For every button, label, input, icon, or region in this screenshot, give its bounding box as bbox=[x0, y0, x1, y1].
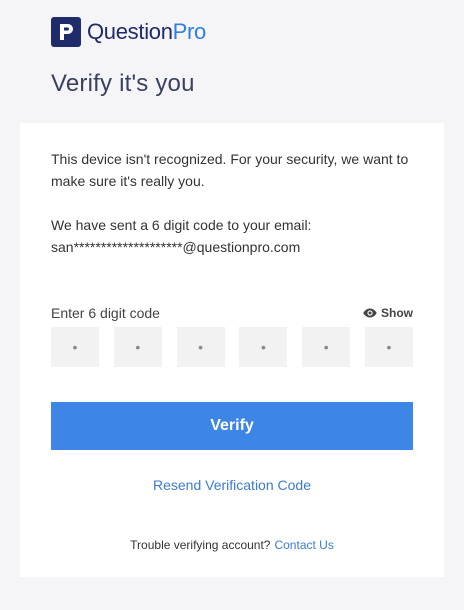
eye-icon bbox=[363, 308, 377, 318]
code-input-group bbox=[51, 327, 413, 367]
verify-button[interactable]: Verify bbox=[51, 402, 413, 450]
device-notice-text: This device isn't recognized. For your s… bbox=[51, 151, 409, 189]
brand-name-part1: Question bbox=[87, 19, 173, 44]
code-sent-line: We have sent a 6 digit code to your emai… bbox=[51, 217, 312, 233]
code-digit-3[interactable] bbox=[176, 327, 225, 367]
code-digit-4[interactable] bbox=[239, 327, 288, 367]
trouble-section: Trouble verifying account? Contact Us bbox=[20, 538, 444, 552]
verification-card: This device isn't recognized. For your s… bbox=[20, 123, 444, 577]
code-entry-label: Enter 6 digit code bbox=[51, 305, 160, 321]
masked-email: san********************@questionpro.com bbox=[51, 239, 301, 255]
contact-us-link[interactable]: Contact Us bbox=[274, 538, 333, 552]
questionpro-logo-icon bbox=[51, 17, 81, 47]
show-label: Show bbox=[381, 306, 413, 320]
code-digit-2[interactable] bbox=[113, 327, 162, 367]
brand-header: QuestionPro bbox=[51, 16, 206, 48]
code-sent-text: We have sent a 6 digit code to your emai… bbox=[51, 214, 421, 258]
trouble-text: Trouble verifying account? bbox=[130, 538, 271, 552]
resend-code-link[interactable]: Resend Verification Code bbox=[20, 477, 444, 493]
show-code-toggle[interactable]: Show bbox=[363, 306, 413, 320]
code-digit-6[interactable] bbox=[364, 327, 413, 367]
code-digit-1[interactable] bbox=[51, 327, 99, 367]
brand-name: QuestionPro bbox=[87, 19, 206, 45]
code-digit-5[interactable] bbox=[302, 327, 351, 367]
page-title: Verify it's you bbox=[51, 70, 195, 97]
brand-name-part2: Pro bbox=[172, 19, 207, 44]
